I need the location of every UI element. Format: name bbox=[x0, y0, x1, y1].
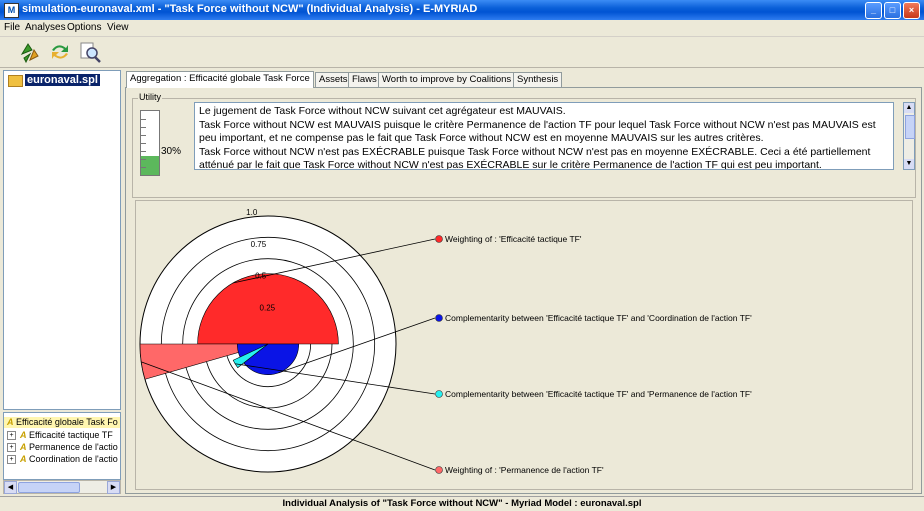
analysis-pane: Aggregation : Efficacité globale Task Fo… bbox=[124, 70, 922, 494]
app-icon: M bbox=[4, 3, 19, 18]
title-bar: M simulation-euronaval.xml - "Task Force… bbox=[0, 0, 924, 20]
tab-assets[interactable]: Assets bbox=[315, 72, 352, 87]
horizontal-scrollbar[interactable]: ◀ ▶ bbox=[3, 480, 121, 494]
tree-root-label: euronaval.spl bbox=[25, 74, 100, 86]
chart-tick-label: 0.25 bbox=[260, 303, 276, 312]
chart-tick-label: 1.0 bbox=[246, 208, 258, 217]
explanation-line: peu important, et ne compense pas le fai… bbox=[199, 132, 764, 144]
explanation-text: Le jugement de Task Force without NCW su… bbox=[194, 102, 894, 170]
expand-icon[interactable]: + bbox=[7, 431, 16, 440]
expand-icon[interactable]: + bbox=[7, 443, 16, 452]
tab-flaws[interactable]: Flaws bbox=[348, 72, 381, 87]
explanation-line: Le jugement de Task Force without NCW su… bbox=[199, 105, 566, 117]
minimize-button[interactable]: _ bbox=[865, 2, 882, 19]
explanation-line: Task Force without NCW est MAUVAIS puisq… bbox=[199, 118, 876, 131]
project-tree: euronaval.spl bbox=[3, 70, 121, 410]
chart-legend-label: Complementarity between 'Efficacité tact… bbox=[445, 313, 752, 323]
gauge-bar bbox=[140, 110, 160, 176]
tab-aggregation[interactable]: Aggregation : Efficacité globale Task Fo… bbox=[126, 71, 314, 88]
criteria-prefix: A bbox=[20, 454, 27, 464]
criteria-label: Coordination de l'actio bbox=[29, 454, 118, 464]
menu-options[interactable]: Options bbox=[67, 22, 101, 33]
criteria-tree: A Efficacité globale Task Fo + A Efficac… bbox=[3, 412, 121, 480]
tab-content: Utility 30% Le jugement de Task Force wi… bbox=[125, 87, 922, 494]
refresh-arrows-icon[interactable] bbox=[48, 40, 72, 64]
scroll-down-icon[interactable]: ▼ bbox=[904, 159, 914, 169]
criteria-label: Permanence de l'actio bbox=[29, 442, 118, 452]
maximize-button[interactable]: □ bbox=[884, 2, 901, 19]
recycle-arrows-icon[interactable] bbox=[18, 40, 42, 64]
criteria-label: Efficacité globale Task Fo bbox=[16, 417, 118, 427]
chart-legend-label: Weighting of : 'Efficacité tactique TF' bbox=[445, 234, 582, 244]
toolbar bbox=[0, 37, 924, 68]
criteria-label: Efficacité tactique TF bbox=[29, 430, 113, 440]
menu-file[interactable]: File bbox=[4, 22, 20, 33]
chart-legend-label: Weighting of : 'Permanence de l'action T… bbox=[445, 465, 604, 475]
window-title: simulation-euronaval.xml - "Task Force w… bbox=[22, 3, 478, 15]
chart-tick-label: 0.75 bbox=[251, 240, 267, 249]
utility-gauge: 30% bbox=[136, 110, 186, 176]
tab-worth-to-improve[interactable]: Worth to improve by Coalitions bbox=[378, 72, 516, 87]
vertical-scrollbar[interactable]: ▲ ▼ bbox=[903, 102, 915, 170]
polar-chart-svg: 0.250.50.751.0Weighting of : 'Efficacité… bbox=[139, 208, 752, 475]
chart-legend-marker bbox=[435, 390, 443, 398]
close-button[interactable]: × bbox=[903, 2, 920, 19]
scroll-left-icon[interactable]: ◀ bbox=[4, 481, 17, 494]
menu-bar: File Analyses Options View bbox=[0, 20, 924, 37]
explanation-line: Task Force without NCW n'est pas EXÉCRAB… bbox=[199, 145, 871, 158]
menu-analyses[interactable]: Analyses bbox=[25, 22, 66, 33]
magnifier-icon[interactable] bbox=[78, 40, 102, 64]
utility-label: Utility bbox=[138, 92, 162, 102]
criteria-prefix: A bbox=[20, 442, 27, 452]
explanation-line: atténué par le fait que Task Force witho… bbox=[199, 159, 822, 170]
scroll-thumb[interactable] bbox=[905, 115, 915, 139]
scroll-up-icon[interactable]: ▲ bbox=[904, 103, 914, 113]
polar-chart: 0.25 0.5 0.75 1.0 Weighting of : 'Efficacité… bbox=[135, 200, 913, 490]
folder-icon bbox=[8, 75, 23, 87]
chart-legend-marker bbox=[435, 466, 443, 474]
expand-icon[interactable]: + bbox=[7, 455, 16, 464]
criteria-item[interactable]: A Efficacité globale Task Fo bbox=[4, 417, 120, 428]
scroll-thumb[interactable] bbox=[18, 482, 80, 493]
chart-legend-marker bbox=[435, 314, 443, 322]
criteria-prefix: A bbox=[20, 430, 27, 440]
tab-synthesis[interactable]: Synthesis bbox=[513, 72, 563, 87]
chart-legend-marker bbox=[435, 235, 443, 243]
criteria-prefix: A bbox=[7, 417, 14, 427]
menu-view[interactable]: View bbox=[107, 22, 129, 33]
chart-legend-label: Complementarity between 'Efficacité tact… bbox=[445, 389, 752, 399]
status-bar: Individual Analysis of "Task Force witho… bbox=[0, 496, 924, 511]
scroll-right-icon[interactable]: ▶ bbox=[107, 481, 120, 494]
utility-percent: 30% bbox=[161, 146, 182, 157]
